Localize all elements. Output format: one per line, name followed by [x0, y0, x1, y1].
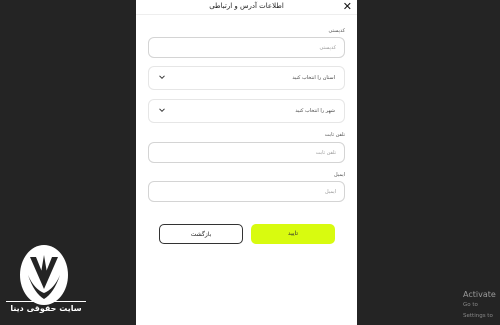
email-label: ایمیل: [334, 172, 345, 178]
modal-title: اطلاعات آدرس و ارتباطی: [209, 2, 284, 10]
modal-header: اطلاعات آدرس و ارتباطی ✕: [136, 0, 357, 15]
confirm-button[interactable]: تایید: [251, 224, 335, 244]
phone-input[interactable]: [149, 143, 344, 162]
postal-code-field[interactable]: [148, 37, 345, 58]
phone-label: تلفن ثابت: [324, 132, 345, 138]
activation-watermark: Activate Go to Settings to: [463, 289, 500, 322]
email-input[interactable]: [149, 182, 344, 201]
address-contact-modal: اطلاعات آدرس و ارتباطی ✕ کدپستی استان را…: [136, 0, 357, 325]
city-select[interactable]: شهر را انتخاب کنید: [148, 99, 345, 123]
province-select-value: استان را انتخاب کنید: [292, 75, 335, 81]
postal-code-input[interactable]: [149, 38, 344, 57]
chevron-down-icon: [159, 108, 165, 113]
activation-subtitle: Go to Settings to: [463, 302, 493, 319]
phone-field[interactable]: [148, 142, 345, 163]
page: سایت حقوقی دینا Activate Go to Settings …: [0, 0, 500, 325]
brand-logo: [0, 245, 94, 325]
back-button[interactable]: بازگشت: [159, 224, 243, 244]
province-select[interactable]: استان را انتخاب کنید: [148, 66, 345, 90]
chevron-down-icon: [159, 75, 165, 80]
activation-title: Activate: [463, 290, 496, 299]
brand-caption: سایت حقوقی دینا: [10, 304, 82, 313]
email-field[interactable]: [148, 181, 345, 202]
leaf-v-icon: [6, 245, 86, 305]
close-button[interactable]: ✕: [343, 0, 352, 14]
close-icon: ✕: [342, 0, 352, 13]
postal-code-label: کدپستی: [328, 28, 345, 34]
city-select-value: شهر را انتخاب کنید: [295, 108, 335, 114]
